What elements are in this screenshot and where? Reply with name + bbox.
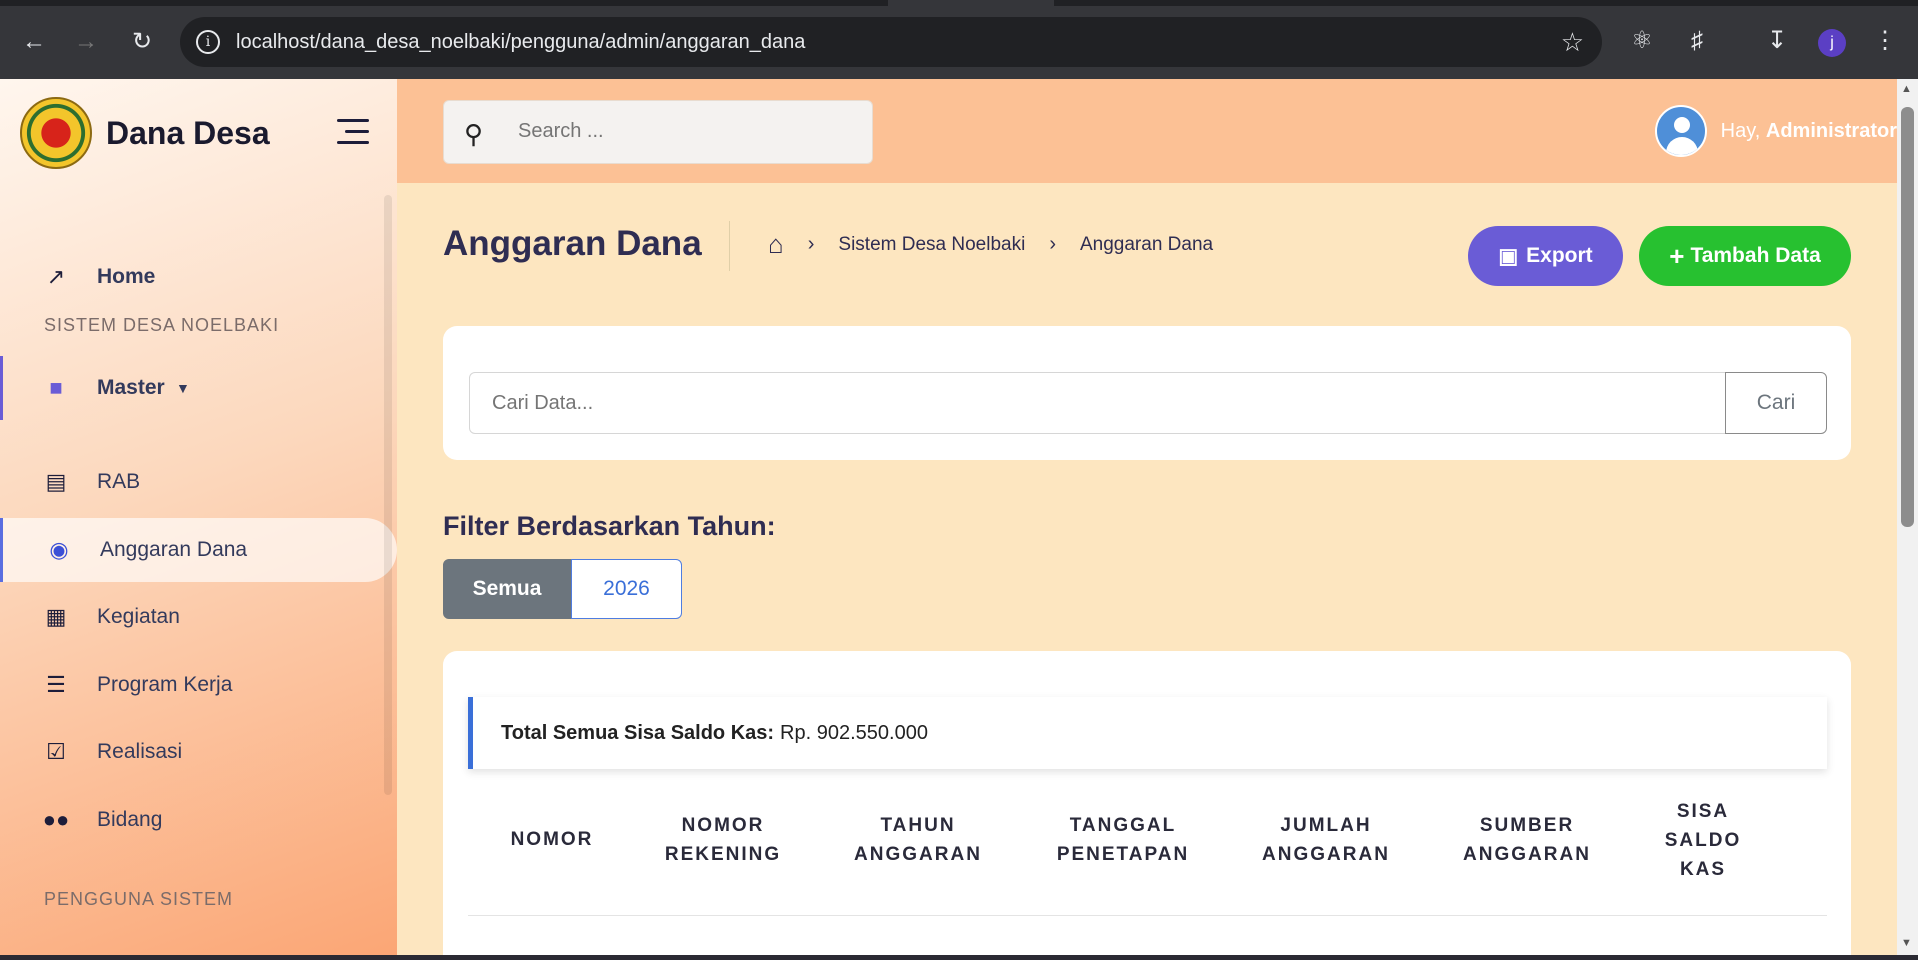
section-label-pengguna: PENGGUNA SISTEM	[44, 889, 234, 909]
plus-icon: +	[1669, 240, 1685, 271]
coins-icon: ◉	[49, 537, 69, 562]
saldo-label: Total Semua Sisa Saldo Kas:	[501, 721, 775, 744]
search-button[interactable]: Cari	[1725, 372, 1827, 434]
column-header-jumlah-anggaran[interactable]: JUMLAH ANGGARAN	[1236, 811, 1416, 869]
caret-down-icon: ▼	[176, 380, 190, 396]
header-search-input[interactable]	[516, 119, 856, 144]
filter-title: Filter Berdasarkan Tahun:	[443, 511, 776, 541]
page-scrollbar[interactable]: ▲ ▼	[1897, 79, 1918, 955]
breadcrumb: ⌂ › Sistem Desa Noelbaki › Anggaran Dana	[768, 229, 1213, 260]
export-button[interactable]: ▣ Export	[1468, 226, 1623, 286]
reload-icon[interactable]: ↻	[124, 24, 160, 60]
username: Administrator	[1765, 119, 1897, 142]
filter-all-button[interactable]: Semua	[443, 559, 571, 619]
saldo-summary: Total Semua Sisa Saldo Kas: Rp. 902.550.…	[468, 697, 1827, 769]
search-card: Cari	[443, 326, 1851, 460]
site-info-icon[interactable]: i	[196, 30, 220, 54]
sidebar-item-label: Realisasi	[97, 740, 183, 763]
document-icon: ▤	[45, 469, 67, 494]
column-header-tahun-anggaran[interactable]: TAHUN ANGGARAN	[828, 811, 1008, 869]
column-header-nomor-rekening[interactable]: NOMOR REKENING	[643, 811, 803, 869]
sidebar-scrollbar[interactable]	[384, 195, 392, 795]
browser-toolbar: ← → ↻ i localhost/dana_desa_noelbaki/pen…	[0, 0, 1918, 79]
sidebar: Dana Desa ↗ Home SISTEM DESA NOELBAKI ■ …	[0, 79, 397, 955]
chart-line-icon: ↗	[46, 264, 66, 289]
column-header-tanggal-penetapan[interactable]: TANGGAL PENETAPAN	[1033, 811, 1213, 869]
column-header-sumber-anggaran[interactable]: SUMBER ANGGARAN	[1437, 811, 1617, 869]
active-tab[interactable]	[888, 0, 1054, 6]
export-label: Export	[1526, 244, 1593, 267]
top-header: ⚲ Hay, Administrator	[397, 79, 1897, 183]
table-header-divider	[468, 915, 1827, 916]
file-export-icon: ▣	[1498, 244, 1519, 268]
back-icon[interactable]: ←	[16, 24, 52, 60]
users-icon: ●●	[42, 807, 70, 832]
address-bar[interactable]: i localhost/dana_desa_noelbaki/pengguna/…	[180, 17, 1602, 67]
chevron-right-icon: ›	[1049, 233, 1056, 255]
search-icon: ⚲	[464, 119, 484, 149]
calendar-icon: ▦	[45, 604, 67, 629]
brand[interactable]: Dana Desa	[20, 97, 270, 169]
extensions-icon[interactable]: ♯	[1680, 24, 1714, 58]
sidebar-item-bidang[interactable]: ●● Bidang	[0, 788, 397, 852]
user-avatar-icon[interactable]	[1654, 105, 1707, 157]
user-menu[interactable]: Hay, Administrator	[1654, 105, 1897, 157]
sidebar-item-kegiatan[interactable]: ▦ Kegiatan	[0, 585, 397, 649]
sidebar-item-label: Program Kerja	[97, 673, 233, 696]
sidebar-item-label: Bidang	[97, 808, 163, 831]
data-search-input[interactable]	[469, 372, 1727, 434]
page-viewport: Dana Desa ↗ Home SISTEM DESA NOELBAKI ■ …	[0, 79, 1918, 955]
sidebar-item-master[interactable]: ■ Master ▼	[0, 356, 397, 420]
sidebar-item-label: Home	[97, 265, 156, 288]
download-icon[interactable]: ↧	[1760, 24, 1794, 58]
filter-year-button[interactable]: 2026	[571, 559, 682, 619]
village-logo	[20, 97, 92, 169]
breadcrumb-current: Anggaran Dana	[1079, 233, 1214, 255]
sidebar-item-label: RAB	[97, 470, 141, 493]
list-check-icon: ☰	[46, 672, 66, 697]
sidebar-item-label: Kegiatan	[97, 605, 180, 628]
page-title: Anggaran Dana	[443, 224, 702, 263]
column-header-nomor[interactable]: NOMOR	[489, 825, 615, 854]
year-filter-group: Semua 2026	[443, 559, 682, 619]
add-label: Tambah Data	[1690, 244, 1821, 267]
data-card: Total Semua Sisa Saldo Kas: Rp. 902.550.…	[443, 651, 1851, 955]
home-icon[interactable]: ⌂	[768, 229, 784, 260]
calendar-check-icon: ☑	[46, 739, 66, 764]
title-divider	[729, 221, 730, 271]
scroll-down-icon[interactable]: ▼	[1901, 937, 1912, 949]
sidebar-item-anggaran-dana[interactable]: ◉ Anggaran Dana	[0, 518, 397, 582]
url-text[interactable]: localhost/dana_desa_noelbaki/pengguna/ad…	[236, 31, 805, 54]
brand-name: Dana Desa	[106, 114, 270, 151]
breadcrumb-item[interactable]: Sistem Desa Noelbaki	[838, 234, 1025, 256]
sidebar-item-rab[interactable]: ▤ RAB	[0, 450, 397, 514]
profile-avatar[interactable]: j	[1818, 29, 1846, 57]
section-label-sistem: SISTEM DESA NOELBAKI	[44, 315, 280, 335]
sidebar-item-label: Anggaran Dana	[100, 538, 248, 561]
menu-toggle-icon[interactable]	[337, 119, 369, 145]
browser-menu-icon[interactable]: ⋮	[1868, 24, 1902, 58]
scrollbar-thumb[interactable]	[1901, 107, 1914, 527]
sidebar-item-label: Master	[97, 376, 165, 399]
bookmark-star-icon[interactable]: ☆	[1561, 27, 1584, 58]
react-devtools-icon[interactable]: ⚛	[1625, 24, 1659, 58]
tab-strip	[0, 0, 1918, 6]
column-header-sisa-saldo-kas[interactable]: SISA SALDO KAS	[1643, 797, 1763, 884]
sidebar-item-realisasi[interactable]: ☑ Realisasi	[0, 720, 397, 784]
folder-icon: ■	[49, 375, 63, 400]
sidebar-item-home[interactable]: ↗ Home	[0, 245, 397, 309]
saldo-value: Rp. 902.550.000	[780, 721, 928, 744]
chevron-right-icon: ›	[807, 233, 815, 255]
forward-icon[interactable]: →	[68, 24, 104, 60]
sidebar-item-program-kerja[interactable]: ☰ Program Kerja	[0, 653, 397, 717]
scroll-up-icon[interactable]: ▲	[1901, 83, 1912, 95]
add-data-button[interactable]: + Tambah Data	[1639, 226, 1851, 286]
header-search[interactable]: ⚲	[443, 100, 873, 164]
user-greeting: Hay, Administrator	[1720, 119, 1897, 142]
